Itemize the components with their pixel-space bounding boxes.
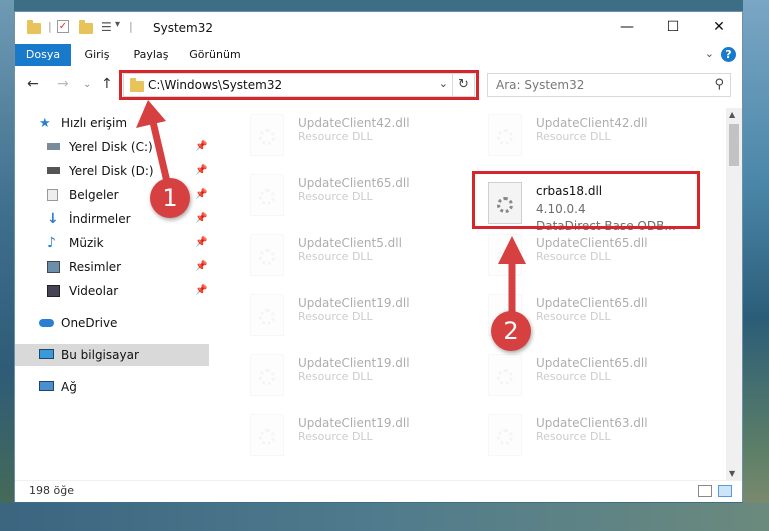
- annotation-arrows: [136, 100, 526, 316]
- callout-1: 1: [150, 178, 190, 218]
- arrow-2: [498, 236, 526, 316]
- callout-2: 2: [491, 311, 531, 351]
- arrow-1: [136, 100, 172, 190]
